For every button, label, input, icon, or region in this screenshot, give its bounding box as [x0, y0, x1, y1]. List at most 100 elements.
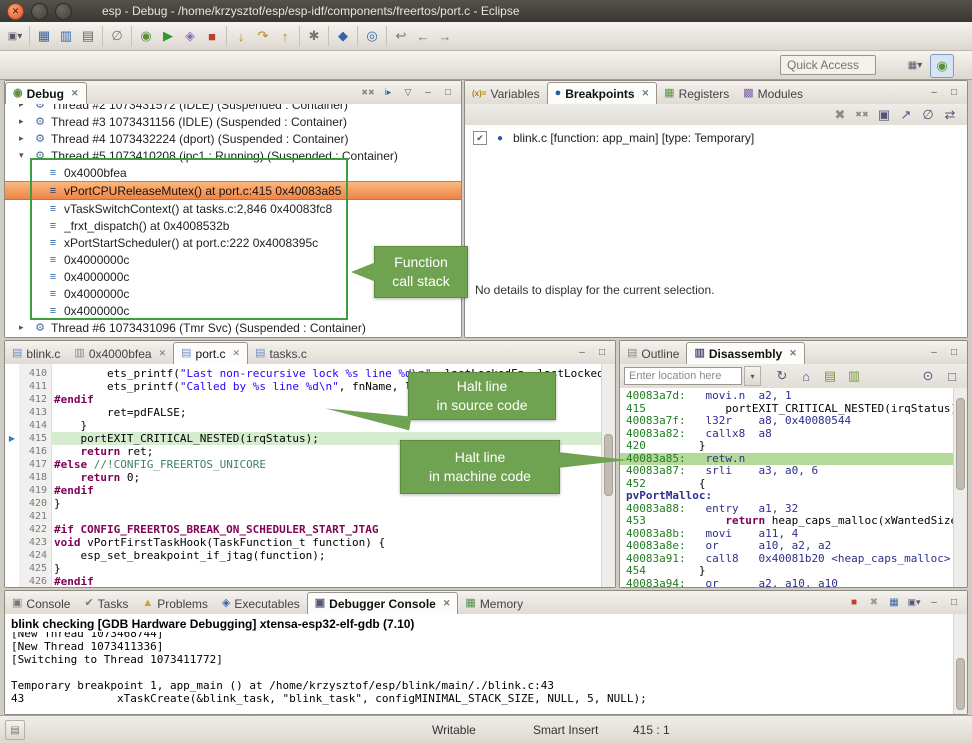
- disassembly-listing[interactable]: 40083a7d: movi.n a2, 1415 portEXIT_CRITI…: [620, 388, 954, 587]
- profile-icon[interactable]: ◈: [179, 25, 201, 47]
- step-over-icon[interactable]: ↷: [252, 25, 274, 47]
- new-cpp-project-icon[interactable]: ◆: [332, 25, 354, 47]
- tab-modules[interactable]: ▩Modules: [736, 83, 810, 104]
- breakpoint-list-item[interactable]: ✔ ● blink.c [function: app_main] [type: …: [465, 125, 967, 145]
- new-disassembly-view-icon[interactable]: □: [941, 365, 963, 387]
- remove-all-breakpoints-icon[interactable]: ✖✖: [851, 104, 873, 126]
- maximize-icon[interactable]: □: [593, 344, 611, 361]
- tab-tasks[interactable]: ✔Tasks: [77, 593, 135, 614]
- print-icon[interactable]: ▤: [77, 25, 99, 47]
- new-wizard-icon[interactable]: ▣▾: [4, 25, 26, 47]
- tab-close-icon[interactable]: ✕: [789, 348, 797, 359]
- tab-console[interactable]: ▣Console: [5, 593, 77, 614]
- expand-arrow-icon[interactable]: ▸: [19, 116, 32, 127]
- debug-perspective-icon[interactable]: ◉: [930, 54, 954, 78]
- scrollbar-thumb[interactable]: [956, 658, 965, 710]
- quick-access-box[interactable]: Quick Access: [780, 55, 876, 75]
- remove-launch-icon[interactable]: ✖: [865, 594, 883, 611]
- save-icon[interactable]: ▦: [33, 25, 55, 47]
- save-all-icon[interactable]: ▥: [55, 25, 77, 47]
- tab-0x4000bfea[interactable]: ▥0x4000bfea✕: [67, 343, 173, 364]
- breakpoint-checkbox[interactable]: ✔: [473, 131, 487, 145]
- tab-debug[interactable]: ◉Debug✕: [5, 82, 87, 105]
- tab-registers[interactable]: ▦Registers: [657, 83, 736, 104]
- thread-row[interactable]: ▸⚙Thread #3 1073431156 (IDLE) (Suspended…: [5, 113, 461, 130]
- tab-outline[interactable]: ▤Outline: [620, 343, 686, 364]
- expand-arrow-icon[interactable]: ▸: [19, 322, 32, 333]
- refresh-icon[interactable]: ↻: [771, 365, 793, 387]
- show-source-icon[interactable]: ▤: [819, 365, 841, 387]
- external-tools-icon[interactable]: ✱: [303, 25, 325, 47]
- maximize-icon[interactable]: □: [439, 84, 457, 101]
- tab-breakpoints[interactable]: ●Breakpoints✕: [547, 82, 658, 105]
- code-line[interactable]: 414 }: [5, 419, 602, 432]
- location-dropdown-icon[interactable]: ▾: [744, 366, 761, 386]
- skip-all-breakpoints-icon[interactable]: ∅: [106, 25, 128, 47]
- home-icon[interactable]: ⌂: [795, 365, 817, 387]
- minimize-icon[interactable]: –: [573, 344, 591, 361]
- code-line[interactable]: 426#endif: [5, 575, 602, 587]
- tab-close-icon[interactable]: ✕: [233, 348, 241, 359]
- show-supported-breakpoints-icon[interactable]: ▣: [873, 104, 895, 126]
- tab-close-icon[interactable]: ✕: [159, 348, 167, 359]
- step-into-icon[interactable]: ↓: [230, 25, 252, 47]
- skip-all-breakpoints-icon[interactable]: ∅: [917, 104, 939, 126]
- expand-arrow-icon[interactable]: ▸: [19, 104, 32, 110]
- debug-icon[interactable]: ◉: [135, 25, 157, 47]
- display-selected-console-icon[interactable]: ▦: [885, 594, 903, 611]
- window-close-button[interactable]: ✕: [7, 3, 24, 20]
- maximize-icon[interactable]: □: [945, 594, 963, 611]
- step-return-icon[interactable]: ↑: [274, 25, 296, 47]
- scrollbar-thumb[interactable]: [956, 398, 965, 490]
- location-input[interactable]: Enter location here: [624, 367, 742, 385]
- go-to-file-icon[interactable]: ↗: [895, 104, 917, 126]
- code-line[interactable]: 424 esp_set_breakpoint_if_jtag(function)…: [5, 549, 602, 562]
- thread-row[interactable]: ▸⚙Thread #6 1073431096 (Tmr Svc) (Suspen…: [5, 319, 461, 336]
- minimize-icon[interactable]: –: [925, 84, 943, 101]
- window-minimize-button[interactable]: [31, 3, 48, 20]
- pin-icon[interactable]: ⊙: [917, 365, 939, 387]
- minimize-icon[interactable]: –: [925, 344, 943, 361]
- thread-row[interactable]: ▸⚙Thread #2 1073431572 (IDLE) (Suspended…: [5, 104, 461, 113]
- tab-problems[interactable]: ▲Problems: [135, 593, 215, 614]
- console-output[interactable]: [New Thread 1073468744][New Thread 10734…: [5, 632, 954, 705]
- stop-icon[interactable]: ■: [201, 25, 223, 47]
- terminate-icon[interactable]: ■: [845, 594, 863, 611]
- tab-port-c[interactable]: ▤port.c✕: [173, 342, 248, 365]
- back-icon[interactable]: ←: [412, 25, 434, 47]
- remove-all-terminated-icon[interactable]: ✖✖: [359, 84, 377, 101]
- tab-close-icon[interactable]: ✕: [443, 598, 451, 609]
- tab-disassembly[interactable]: ▥Disassembly✕: [686, 342, 804, 365]
- disassembly-line[interactable]: 40083a94: or a2, a10, a10: [620, 578, 954, 588]
- tab-close-icon[interactable]: ✕: [71, 88, 79, 99]
- code-line[interactable]: 425}: [5, 562, 602, 575]
- fast-view-bar-icon[interactable]: ▤: [5, 720, 25, 740]
- instruction-stepping-icon[interactable]: i▸: [379, 84, 397, 101]
- last-edit-location-icon[interactable]: ↩: [390, 25, 412, 47]
- forward-icon[interactable]: →: [434, 25, 456, 47]
- maximize-icon[interactable]: □: [945, 84, 963, 101]
- window-maximize-button[interactable]: [55, 3, 72, 20]
- remove-breakpoint-icon[interactable]: ✖: [829, 104, 851, 126]
- minimize-icon[interactable]: –: [925, 594, 943, 611]
- console-scrollbar[interactable]: [953, 614, 967, 714]
- minimize-icon[interactable]: –: [419, 84, 437, 101]
- link-with-debug-icon[interactable]: ⇄: [939, 104, 961, 126]
- code-line[interactable]: 422#if CONFIG_FREERTOS_BREAK_ON_SCHEDULE…: [5, 523, 602, 536]
- maximize-icon[interactable]: □: [945, 344, 963, 361]
- view-menu-icon[interactable]: ▽: [399, 84, 417, 101]
- code-line[interactable]: 421: [5, 510, 602, 523]
- tab-variables[interactable]: (x)=Variables: [465, 83, 547, 104]
- run-icon[interactable]: ▶: [157, 25, 179, 47]
- tab-executables[interactable]: ◈Executables: [215, 593, 307, 614]
- tab-tasks-c[interactable]: ▤tasks.c: [248, 343, 314, 364]
- disassembly-scrollbar[interactable]: [953, 388, 967, 587]
- search-icon[interactable]: ◎: [361, 25, 383, 47]
- tab-debugger-console[interactable]: ▣Debugger Console✕: [307, 592, 459, 615]
- tab-close-icon[interactable]: ✕: [642, 88, 650, 99]
- open-console-icon[interactable]: ▣▾: [905, 594, 923, 611]
- thread-row[interactable]: ▸⚙Thread #4 1073432224 (dport) (Suspende…: [5, 130, 461, 147]
- editor-vertical-scrollbar[interactable]: [601, 364, 615, 587]
- open-perspective-icon[interactable]: ▦▾: [904, 54, 926, 76]
- sync-with-stack-icon[interactable]: ▥: [843, 365, 865, 387]
